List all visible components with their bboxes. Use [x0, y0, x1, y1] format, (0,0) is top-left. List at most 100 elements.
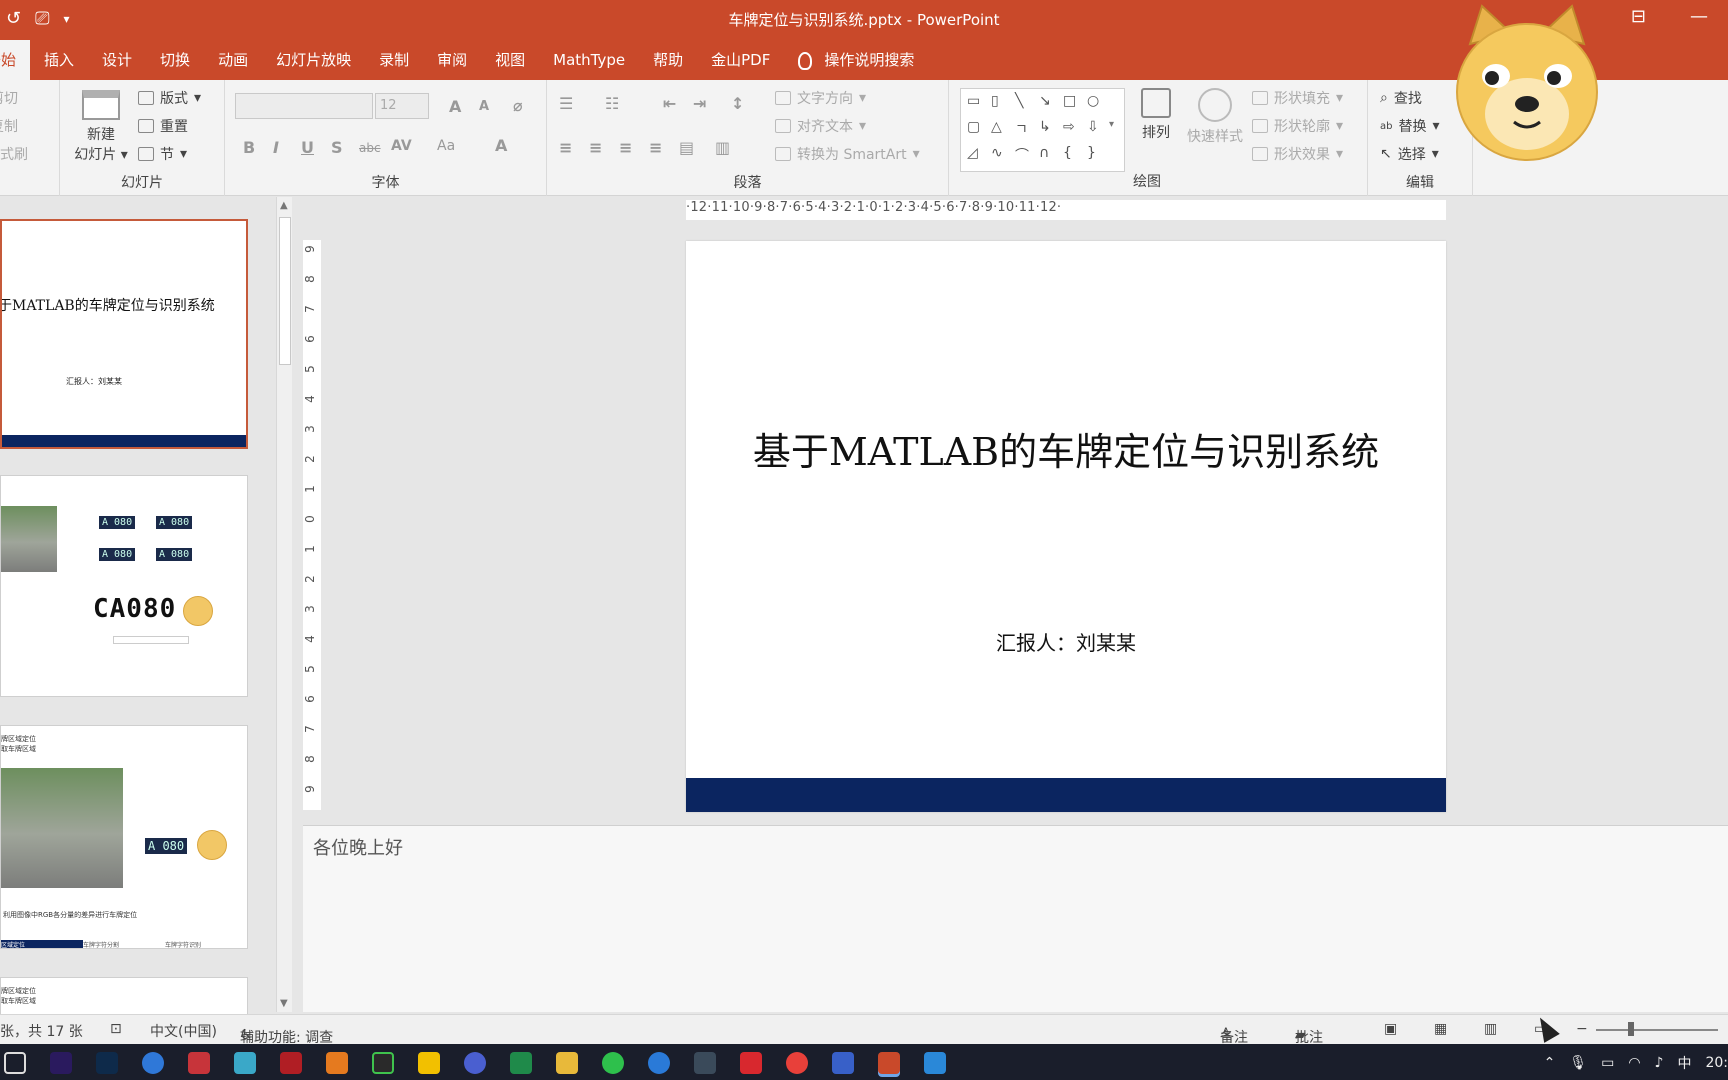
- align-text-button[interactable]: 对齐文本 ▾: [775, 116, 866, 136]
- align-center-icon[interactable]: ≡: [589, 138, 602, 157]
- align-right-icon[interactable]: ≡: [619, 138, 632, 157]
- line-spacing-icon[interactable]: ↕: [731, 94, 744, 113]
- tab-review[interactable]: 审阅: [423, 40, 481, 80]
- slide-sorter-icon[interactable]: ▦: [1434, 1021, 1447, 1037]
- increase-indent-icon[interactable]: ⇥: [693, 94, 706, 113]
- slide-thumbnail-4[interactable]: 牌区域定位 取车牌区域: [0, 977, 248, 1017]
- text-direction-button[interactable]: 文字方向 ▾: [775, 88, 866, 108]
- curve-shape-icon[interactable]: ∩: [1039, 145, 1049, 161]
- reset-button[interactable]: 重置: [138, 116, 188, 136]
- oval-shape-icon[interactable]: ○: [1087, 93, 1099, 109]
- youdao-icon[interactable]: [740, 1052, 762, 1074]
- quick-styles-button[interactable]: 快速样式: [1180, 88, 1250, 146]
- slide-thumbnail-3[interactable]: 牌区域定位 取车牌区域 A 080 利用图像中RGB各分量的差异进行车牌定位 区…: [0, 725, 248, 949]
- task-view-icon[interactable]: [4, 1052, 26, 1074]
- app-yellow-icon[interactable]: [418, 1052, 440, 1074]
- app-wave-icon[interactable]: [924, 1052, 946, 1074]
- powerpoint-icon[interactable]: [878, 1052, 900, 1074]
- premiere-icon[interactable]: [50, 1052, 72, 1074]
- app-blue-2-icon[interactable]: [648, 1052, 670, 1074]
- photoshop-icon[interactable]: [96, 1052, 118, 1074]
- font-size-dropdown[interactable]: 12: [375, 93, 429, 119]
- layout-button[interactable]: 版式 ▾: [138, 88, 201, 108]
- vertical-textbox-shape-icon[interactable]: ▯: [991, 93, 999, 109]
- language-indicator[interactable]: 中文(中国): [150, 1021, 217, 1041]
- slide-subtitle[interactable]: 汇报人：刘某某: [686, 627, 1446, 656]
- zoom-out-icon[interactable]: −: [1576, 1021, 1588, 1037]
- tab-home[interactable]: 开始: [0, 40, 31, 80]
- arrow-line-shape-icon[interactable]: ↘: [1039, 93, 1051, 109]
- format-painter-button[interactable]: 格式刷: [0, 144, 28, 164]
- distributed-icon[interactable]: ▤: [679, 138, 694, 157]
- justify-icon[interactable]: ≡: [649, 138, 662, 157]
- tab-mathtype[interactable]: MathType: [539, 40, 639, 80]
- wechat-icon[interactable]: [602, 1052, 624, 1074]
- spelling-icon[interactable]: ⊡: [110, 1021, 122, 1037]
- wifi-icon[interactable]: ◠: [1628, 1055, 1640, 1071]
- scribble-shape-icon[interactable]: ∿: [991, 145, 1003, 161]
- bold-button[interactable]: B: [243, 138, 255, 157]
- tab-kingsoft-pdf[interactable]: 金山PDF: [697, 40, 784, 80]
- shape-fill-button[interactable]: 形状填充 ▾: [1252, 88, 1343, 108]
- right-brace-shape-icon[interactable]: }: [1087, 145, 1096, 161]
- font-color-button[interactable]: A: [495, 136, 507, 155]
- scroll-down-icon[interactable]: ▼: [280, 998, 288, 1009]
- chevron-up-icon[interactable]: ⌃: [1544, 1055, 1556, 1071]
- tell-me-search[interactable]: 操作说明搜索: [784, 40, 928, 80]
- align-left-icon[interactable]: ≡: [559, 138, 572, 157]
- change-case-button[interactable]: Aa: [437, 138, 455, 154]
- volume-icon[interactable]: ♪: [1655, 1055, 1664, 1071]
- slide-title[interactable]: 基于MATLAB的车牌定位与识别系统: [686, 421, 1446, 476]
- battery-icon[interactable]: ▭: [1601, 1055, 1614, 1071]
- arc-shape-icon[interactable]: ⌒: [1015, 145, 1029, 165]
- down-arrow-shape-icon[interactable]: ⇩: [1087, 119, 1099, 135]
- ime-indicator[interactable]: 中: [1677, 1053, 1691, 1073]
- shadow-button[interactable]: S: [331, 138, 343, 157]
- thumbnails-scrollbar[interactable]: ▲ ▼: [276, 197, 292, 1012]
- rounded-rect-shape-icon[interactable]: ▢: [967, 119, 980, 135]
- slide-canvas[interactable]: 基于MATLAB的车牌定位与识别系统 汇报人：刘某某: [686, 241, 1446, 812]
- tab-view[interactable]: 视图: [481, 40, 539, 80]
- shapes-gallery[interactable]: ▭ ▯ ╲ ↘ □ ○ ▢ △ ㄱ ↳ ⇨ ⇩ ◿ ∿ ⌒ ∩ { } ▾: [960, 88, 1125, 172]
- convert-smartart-button[interactable]: 转换为 SmartArt ▾: [775, 144, 920, 164]
- zoom-slider[interactable]: [1596, 1029, 1718, 1031]
- section-button[interactable]: 节 ▾: [138, 144, 187, 164]
- freeform-shape-icon[interactable]: ◿: [967, 145, 978, 161]
- mic-icon[interactable]: 🎙: [1569, 1055, 1587, 1071]
- minimize-icon[interactable]: —: [1690, 6, 1708, 27]
- app-bird-icon[interactable]: [234, 1052, 256, 1074]
- browser-icon[interactable]: [142, 1052, 164, 1074]
- elbow-connector-shape-icon[interactable]: ㄱ: [1015, 119, 1028, 139]
- ribbon-display-icon[interactable]: ⊟: [1631, 6, 1646, 27]
- shapes-more-icon[interactable]: ▾: [1109, 119, 1114, 130]
- strikethrough-button[interactable]: abc: [359, 141, 381, 155]
- triangle-shape-icon[interactable]: △: [991, 119, 1002, 135]
- tab-help[interactable]: 帮助: [639, 40, 697, 80]
- grow-font-button[interactable]: A: [449, 97, 461, 116]
- visio-icon[interactable]: [832, 1052, 854, 1074]
- slide-thumbnail-1[interactable]: 于MATLAB的车牌定位与识别系统 汇报人：刘某某: [0, 219, 248, 449]
- netease-music-icon[interactable]: [786, 1052, 808, 1074]
- elbow-arrow-shape-icon[interactable]: ↳: [1039, 119, 1051, 135]
- tab-insert[interactable]: 插入: [30, 40, 88, 80]
- right-arrow-shape-icon[interactable]: ⇨: [1063, 119, 1075, 135]
- tab-transitions[interactable]: 切换: [146, 40, 204, 80]
- char-spacing-button[interactable]: AV: [391, 138, 412, 154]
- tab-animations[interactable]: 动画: [204, 40, 262, 80]
- shrink-font-button[interactable]: A: [479, 99, 489, 114]
- shape-outline-button[interactable]: 形状轮廓 ▾: [1252, 116, 1343, 136]
- solidworks-icon[interactable]: [280, 1052, 302, 1074]
- numbering-icon[interactable]: ☷: [605, 94, 619, 113]
- normal-view-icon[interactable]: ▣: [1384, 1021, 1397, 1037]
- left-brace-shape-icon[interactable]: {: [1063, 145, 1072, 161]
- tab-slideshow[interactable]: 幻灯片放映: [262, 40, 365, 80]
- app-red-icon[interactable]: [188, 1052, 210, 1074]
- speaker-notes-pane[interactable]: 各位晚上好: [303, 825, 1728, 1012]
- shape-effects-button[interactable]: 形状效果 ▾: [1252, 144, 1343, 164]
- decrease-indent-icon[interactable]: ⇤: [663, 94, 676, 113]
- new-slide-button[interactable]: 新建 幻灯片 ▾: [68, 84, 134, 164]
- rectangle-shape-icon[interactable]: □: [1063, 93, 1076, 109]
- tab-design[interactable]: 设计: [88, 40, 146, 80]
- app-dark-icon[interactable]: [694, 1052, 716, 1074]
- pycharm-icon[interactable]: [372, 1052, 394, 1074]
